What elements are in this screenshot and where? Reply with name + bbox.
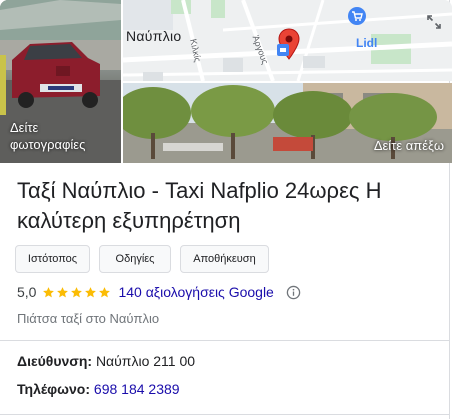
- business-category: Πιάτσα ταξί στο Ναύπλιο: [17, 311, 160, 326]
- reviews-link[interactable]: 140 αξιολογήσεις Google: [118, 284, 273, 300]
- shopping-cart-icon: [348, 7, 366, 25]
- address-row: Διεύθυνση: Ναύπλιο 211 00: [17, 353, 195, 369]
- address-value: Ναύπλιο 211 00: [95, 353, 196, 369]
- divider: [0, 414, 450, 415]
- rating-stars: [42, 286, 112, 299]
- star-icon: [99, 286, 111, 297]
- star-icon: [85, 286, 97, 297]
- star-icon: [71, 286, 83, 297]
- rating-value: 5,0: [17, 284, 37, 300]
- star-icon: [57, 286, 69, 297]
- expand-map-button[interactable]: [420, 8, 448, 36]
- star-icon: [43, 286, 55, 297]
- photo-strip: Δείτε φωτογραφίες Ναύπλιο Κιλκίς Άργους …: [0, 0, 452, 163]
- phone-label: Τηλέφωνο:: [17, 381, 91, 397]
- photos-tile[interactable]: Δείτε φωτογραφίες: [0, 0, 121, 163]
- phone-link[interactable]: 698 184 2389: [94, 381, 180, 397]
- expand-icon: [427, 15, 441, 29]
- save-button[interactable]: Αποθήκευση: [180, 245, 269, 273]
- map-thumbnail[interactable]: Ναύπλιο Κιλκίς Άργους Lidl: [123, 0, 452, 81]
- divider: [0, 340, 450, 341]
- street-view-tile[interactable]: Δείτε απέξω: [123, 83, 452, 163]
- website-button[interactable]: Ιστότοπος: [15, 245, 90, 273]
- info-icon[interactable]: [286, 285, 301, 300]
- business-panel: Δείτε φωτογραφίες Ναύπλιο Κιλκίς Άργους …: [0, 0, 452, 419]
- photos-tile-label: Δείτε φωτογραφίες: [10, 120, 86, 152]
- map-town-label: Ναύπλιο: [126, 28, 182, 44]
- address-label: Διεύθυνση:: [17, 353, 93, 369]
- rating-row: 5,0 140 αξιολογήσεις Google: [17, 283, 301, 301]
- business-title: Ταξί Ναύπλιο - Taxi Nafplio 24ωρες Η καλ…: [17, 178, 382, 233]
- street-view-label: Δείτε απέξω: [373, 138, 444, 153]
- directions-button[interactable]: Οδηγίες: [99, 245, 171, 273]
- taxi-icon: [277, 44, 289, 56]
- map-store-label: Lidl: [356, 36, 378, 50]
- phone-row: Τηλέφωνο: 698 184 2389: [17, 381, 180, 397]
